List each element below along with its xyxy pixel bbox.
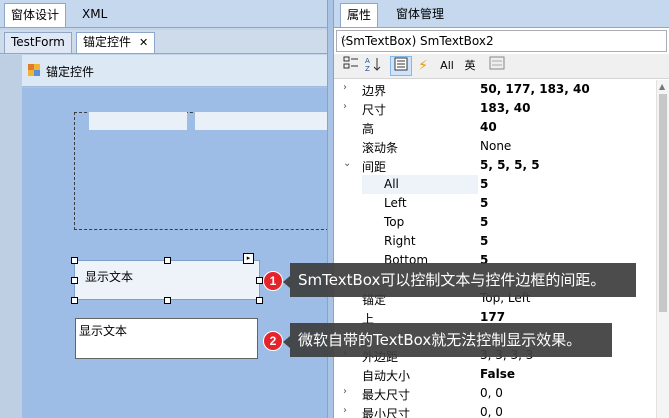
expand-icon[interactable]: › xyxy=(343,101,347,112)
property-name: 间距 xyxy=(362,160,387,174)
form-body: 显示文本 ▸ 显示文本 xyxy=(22,88,334,418)
property-name: All xyxy=(384,177,399,191)
tab-xml[interactable]: XML xyxy=(76,3,113,27)
property-value[interactable]: 0, 0 xyxy=(480,405,503,418)
sm-textbox[interactable]: 显示文本 xyxy=(74,260,260,300)
callout-1: SmTextBox可以控制文本与控件边框的间距。 xyxy=(290,263,636,297)
property-row[interactable]: Left 5 xyxy=(334,194,656,213)
property-row[interactable]: › 最小尺寸 0, 0 xyxy=(334,403,656,418)
property-name: 最大尺寸 xyxy=(362,388,411,402)
property-pages-icon[interactable] xyxy=(486,56,508,76)
resize-handle[interactable] xyxy=(164,257,171,264)
doc-tab-anchor-control[interactable]: 锚定控件 ✕ xyxy=(76,32,156,53)
scroll-thumb[interactable] xyxy=(659,94,667,312)
property-row[interactable]: Right 5 xyxy=(334,232,656,251)
property-name: 尺寸 xyxy=(362,103,387,117)
lightning-icon[interactable]: ⚡ xyxy=(414,56,432,76)
property-row[interactable]: 滚动条 None xyxy=(334,137,656,156)
designer-pane: 窗体设计 XML TestForm 锚定控件 ✕ 锚定控件 显示文本 ▸ 显示文… xyxy=(0,0,334,418)
property-value[interactable]: 5 xyxy=(480,196,488,210)
callout-badge-2: 2 xyxy=(263,331,283,351)
design-surface-margin xyxy=(0,55,22,418)
resize-handle[interactable] xyxy=(256,277,263,284)
property-value[interactable]: 5 xyxy=(480,177,488,191)
resize-handle[interactable] xyxy=(71,277,78,284)
resize-handle[interactable] xyxy=(164,297,171,304)
property-row[interactable]: Top 5 xyxy=(334,213,656,232)
properties-tab-strip: 属性 窗体管理 xyxy=(334,0,669,28)
doc-tab-testform[interactable]: TestForm xyxy=(4,32,72,53)
tab-form-design[interactable]: 窗体设计 xyxy=(4,3,67,27)
property-row[interactable]: 自动大小 False xyxy=(334,365,656,384)
chevron-down-icon: ⌵ xyxy=(341,33,349,44)
property-name: 自动大小 xyxy=(362,369,411,383)
callout-2: 微软自带的TextBox就无法控制显示效果。 xyxy=(290,323,612,357)
scroll-up-icon[interactable]: ▲ xyxy=(659,82,665,91)
property-name: Left xyxy=(384,196,407,210)
property-row[interactable]: › 尺寸 183, 40 xyxy=(334,99,656,118)
property-value[interactable]: 40 xyxy=(480,120,497,134)
ms-textbox-text: 显示文本 xyxy=(79,324,128,338)
tab-form-manager[interactable]: 窗体管理 xyxy=(390,3,450,27)
property-name: 边界 xyxy=(362,84,387,98)
row-highlight xyxy=(362,175,478,194)
panel-item[interactable] xyxy=(89,112,187,130)
callout-pointer xyxy=(283,336,290,348)
property-value[interactable]: 50, 177, 183, 40 xyxy=(480,82,590,96)
smart-tag-icon[interactable]: ▸ xyxy=(243,253,254,264)
property-name: 滚动条 xyxy=(362,141,399,155)
callout-pointer xyxy=(283,276,290,288)
tab-properties[interactable]: 属性 xyxy=(340,3,379,27)
property-row[interactable]: 高 40 xyxy=(334,118,656,137)
property-row[interactable]: › 最大尺寸 0, 0 xyxy=(334,384,656,403)
property-row[interactable]: › 边界 50, 177, 183, 40 xyxy=(334,80,656,99)
all-button[interactable]: All xyxy=(437,56,457,76)
expand-icon[interactable]: › xyxy=(343,82,347,93)
alphabetical-icon[interactable]: AZ xyxy=(363,56,385,76)
property-grid: › 边界 50, 177, 183, 40 › 尺寸 183, 40 高 40 … xyxy=(334,80,656,418)
collapse-icon[interactable]: ⌄ xyxy=(343,158,351,169)
property-value[interactable]: 177 xyxy=(480,310,505,324)
categorized-icon[interactable] xyxy=(340,56,362,76)
expand-icon[interactable]: › xyxy=(343,405,347,416)
doc-tab-testform-label: TestForm xyxy=(11,35,65,49)
vertical-scrollbar[interactable]: ▲ xyxy=(656,80,669,418)
property-value[interactable]: None xyxy=(480,139,511,153)
property-row[interactable]: ⌄ 间距 5, 5, 5, 5 xyxy=(334,156,656,175)
property-value[interactable]: 5 xyxy=(480,234,488,248)
property-name: Right xyxy=(384,234,416,248)
svg-text:A: A xyxy=(365,57,370,65)
property-value[interactable]: 5 xyxy=(480,215,488,229)
properties-icon[interactable] xyxy=(390,56,412,76)
design-surface: 锚定控件 显示文本 ▸ 显示文本 xyxy=(0,55,334,418)
property-value[interactable]: False xyxy=(480,367,515,381)
property-value[interactable]: 5, 5, 5, 5 xyxy=(480,158,540,172)
property-name: 高 xyxy=(362,122,375,136)
svg-text:Z: Z xyxy=(365,65,370,72)
ms-textbox[interactable]: 显示文本 xyxy=(75,318,258,359)
property-name: 最小尺寸 xyxy=(362,407,411,418)
property-value[interactable]: 0, 0 xyxy=(480,386,503,400)
panel-item[interactable] xyxy=(195,112,327,130)
resize-handle[interactable] xyxy=(256,297,263,304)
resize-handle[interactable] xyxy=(71,257,78,264)
expand-icon[interactable]: › xyxy=(343,386,347,397)
property-row[interactable]: All 5 xyxy=(334,175,656,194)
language-button[interactable]: 英 xyxy=(460,56,480,76)
properties-toolbar: AZ ⚡ All 英 xyxy=(334,54,669,79)
document-tab-strip: TestForm 锚定控件 ✕ xyxy=(0,30,327,54)
property-value[interactable]: 183, 40 xyxy=(480,101,530,115)
resize-handle[interactable] xyxy=(71,297,78,304)
designer-tab-strip: 窗体设计 XML xyxy=(0,0,327,28)
callout-badge-1: 1 xyxy=(263,271,283,291)
form-title-bar: 锚定控件 xyxy=(22,55,327,87)
sm-textbox-text: 显示文本 xyxy=(85,270,134,284)
object-selector[interactable]: (SmTextBox) SmTextBox2 ⌵ xyxy=(336,30,667,52)
property-name: Top xyxy=(384,215,405,229)
form-icon xyxy=(28,64,40,76)
form-title: 锚定控件 xyxy=(46,65,95,79)
doc-tab-anchor-label: 锚定控件 xyxy=(83,35,132,49)
close-icon[interactable]: ✕ xyxy=(139,36,148,49)
